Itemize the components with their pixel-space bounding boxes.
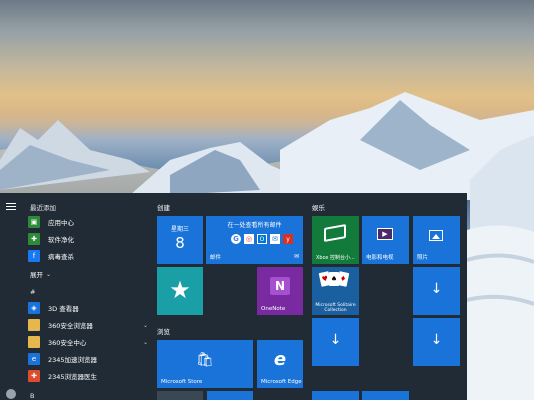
onenote-icon: N — [270, 277, 290, 295]
hamburger-menu-icon[interactable] — [6, 203, 16, 211]
solitaire-label: Microsoft Solitaire Collection — [315, 303, 356, 313]
list-item-virus-scan[interactable]: f 病毒查杀 — [28, 248, 148, 264]
film-icon: ▶ — [377, 228, 393, 240]
app-label: 3D 查看器 — [48, 305, 79, 313]
mail-accounts: G ◎ O ✉ y — [231, 234, 293, 244]
list-item-2345-doctor[interactable]: ✚ 2345浏览器医生 — [28, 368, 148, 384]
store-label: Microsoft Store — [161, 379, 203, 385]
start-rail — [0, 193, 24, 400]
user-avatar-icon[interactable] — [6, 389, 16, 399]
app-label: 2345加速浏览器 — [48, 356, 98, 364]
app-label: 病毒查杀 — [48, 253, 74, 261]
calendar-small-icon: ◎ — [244, 234, 254, 244]
expand-button[interactable]: 展开 ⌄ — [28, 266, 148, 282]
download-arrow-icon: ↓ — [329, 332, 342, 348]
list-item-360-security[interactable]: 360安全中心 ⌄ — [28, 334, 148, 350]
microsoft-edge-tile[interactable]: e Microsoft Edge — [257, 340, 303, 388]
start-menu: 最近添加 ▣ 应用中心 ✚ 软件净化 f 病毒查杀 展开 ⌄ # ◈ 3D 查看… — [0, 193, 467, 400]
edge-label: Microsoft Edge — [261, 379, 302, 385]
list-item-2345-browser[interactable]: e 2345加速浏览器 — [28, 351, 148, 367]
cube-3d-icon: ◈ — [28, 302, 40, 314]
folder-icon — [28, 319, 40, 331]
mail-icon: ✉ — [270, 234, 280, 244]
onenote-label: OneNote — [261, 306, 286, 312]
microsoft-store-tile[interactable]: 🛍 Microsoft Store — [157, 340, 253, 388]
partial-tile[interactable] — [157, 391, 203, 400]
app-list: 最近添加 ▣ 应用中心 ✚ 软件净化 f 病毒查杀 展开 ⌄ # ◈ 3D 查看… — [28, 193, 148, 400]
list-item-software-cleanup[interactable]: ✚ 软件净化 — [28, 231, 148, 247]
chevron-down-icon: ⌄ — [46, 270, 52, 278]
solitaire-tile[interactable]: ♥ ♠ ♦ Microsoft Solitaire Collection — [312, 267, 359, 315]
shopping-bag-icon: 🛍 — [196, 352, 214, 368]
playing-cards-icon: ♥ ♠ ♦ — [318, 271, 350, 287]
chevron-down-icon: ⌄ — [142, 321, 148, 329]
mail-tile[interactable]: 在一处查看所有邮件 G ◎ O ✉ y 邮件 ✉ — [206, 216, 303, 264]
calendar-tile[interactable]: 星期三 8 — [157, 216, 203, 264]
calendar-day: 8 — [175, 234, 185, 252]
outlook-icon: O — [257, 234, 267, 244]
partial-tile[interactable] — [362, 391, 409, 400]
download-arrow-icon: ↓ — [430, 281, 443, 297]
photo-icon — [429, 230, 443, 241]
download-tile[interactable]: ↓ — [312, 318, 359, 366]
b-header[interactable]: B — [30, 392, 34, 400]
google-icon: G — [231, 234, 241, 244]
app-label: 软件净化 — [48, 236, 74, 244]
group-title-play[interactable]: 娱乐 — [312, 202, 325, 212]
list-item-app-center[interactable]: ▣ 应用中心 — [28, 214, 148, 230]
folder-icon — [28, 336, 40, 348]
movies-tv-tile[interactable]: ▶ 电影和电视 — [362, 216, 409, 264]
expand-label: 展开 — [30, 271, 43, 279]
edge-icon: e — [273, 349, 287, 370]
hash-header[interactable]: # — [30, 288, 35, 296]
mail-label: 邮件 — [210, 255, 222, 261]
partial-tile[interactable] — [312, 391, 359, 400]
xbox-tile[interactable]: Xbox 控制台小... — [312, 216, 359, 264]
app-center-icon: ▣ — [28, 216, 40, 228]
list-item-3d-viewer[interactable]: ◈ 3D 查看器 — [28, 300, 148, 316]
app-label: 360安全中心 — [48, 339, 87, 347]
group-title-browse[interactable]: 浏览 — [157, 326, 170, 336]
app-label: 360安全浏览器 — [48, 322, 93, 330]
photos-label: 照片 — [417, 255, 429, 261]
onenote-tile[interactable]: N OneNote — [257, 267, 303, 315]
app-label: 应用中心 — [48, 219, 74, 227]
virus-scan-icon: f — [28, 250, 40, 262]
mail-header: 在一处查看所有邮件 — [227, 222, 282, 229]
browser-doctor-icon: ✚ — [28, 370, 40, 382]
xbox-console-icon — [324, 224, 346, 242]
download-tile[interactable]: ↓ — [413, 267, 460, 315]
partial-tile[interactable] — [207, 391, 253, 400]
movies-label: 电影和电视 — [366, 255, 394, 261]
yahoo-icon: y — [283, 234, 293, 244]
featured-app-tile[interactable]: ★ — [157, 267, 203, 315]
chevron-down-icon: ⌄ — [142, 338, 148, 346]
group-title-create[interactable]: 创建 — [157, 202, 170, 212]
photos-tile[interactable]: 照片 — [413, 216, 460, 264]
download-arrow-icon: ↓ — [430, 332, 443, 348]
list-item-360-browser[interactable]: 360安全浏览器 ⌄ — [28, 317, 148, 333]
xbox-label: Xbox 控制台小... — [316, 255, 355, 261]
software-cleanup-icon: ✚ — [28, 233, 40, 245]
download-tile[interactable]: ↓ — [413, 318, 460, 366]
app-label: 2345浏览器医生 — [48, 373, 98, 381]
recent-header: 最近添加 — [30, 204, 56, 212]
browser-2345-icon: e — [28, 353, 40, 365]
star-icon: ★ — [169, 276, 191, 304]
calendar-weekday: 星期三 — [170, 226, 189, 233]
mail-badge-icon: ✉ — [293, 253, 299, 260]
